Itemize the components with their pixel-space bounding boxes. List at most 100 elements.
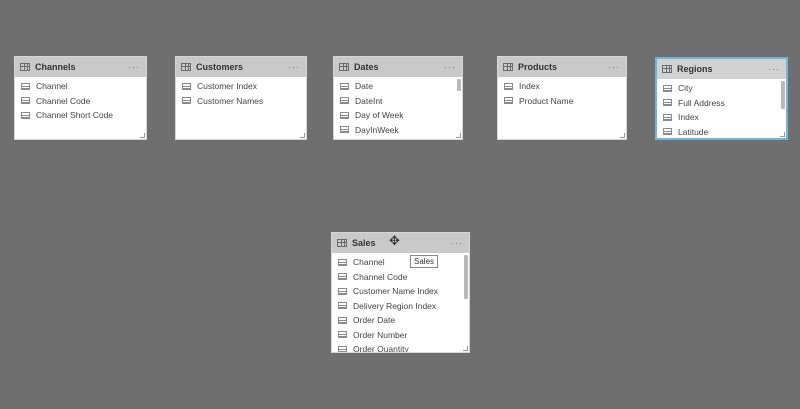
table-icon [337, 239, 347, 247]
table-icon [503, 63, 513, 71]
table-card-customers[interactable]: Customers ··· Customer Index Customer Na… [175, 56, 307, 140]
field-icon [663, 128, 672, 136]
more-options-icon[interactable]: ··· [444, 62, 456, 72]
tooltip: Sales [410, 255, 439, 268]
field-icon [21, 82, 30, 90]
field-icon [338, 258, 347, 266]
resize-handle[interactable] [456, 133, 461, 138]
field-label: Date [355, 81, 373, 92]
field-label: DayInWeek [355, 124, 399, 135]
field-label: Day of Week [355, 110, 404, 121]
field-item[interactable]: Product Name [498, 94, 626, 109]
field-icon [504, 82, 513, 90]
field-item[interactable]: Order Quantity [332, 342, 469, 353]
field-icon [663, 84, 672, 92]
table-header-regions[interactable]: Regions ··· [657, 59, 786, 79]
field-label: Customer Names [197, 95, 264, 106]
field-item[interactable]: Channel [332, 255, 469, 270]
more-options-icon[interactable]: ··· [128, 62, 140, 72]
table-header-products[interactable]: Products ··· [498, 57, 626, 77]
field-label: Latitude [678, 126, 709, 137]
more-options-icon[interactable]: ··· [451, 238, 463, 248]
field-item[interactable]: Channel Code [332, 270, 469, 285]
scrollbar[interactable] [781, 81, 785, 109]
field-label: Customer Name Index [353, 286, 439, 297]
field-label: Channel Code [36, 95, 91, 106]
field-item[interactable]: Order Date [332, 313, 469, 328]
table-icon [339, 63, 349, 71]
field-icon [338, 331, 347, 339]
field-item[interactable]: Full Address [657, 96, 786, 111]
field-list: Channel Channel Code Customer Name Index… [332, 253, 469, 353]
field-icon [182, 82, 191, 90]
field-icon [504, 97, 513, 105]
field-icon [340, 82, 349, 90]
resize-handle[interactable] [140, 133, 145, 138]
field-item[interactable]: Latitude [657, 125, 786, 139]
field-label: DateInt [355, 95, 383, 106]
scrollbar[interactable] [457, 79, 461, 91]
field-item[interactable]: DateInt [334, 94, 462, 109]
field-label: Product Name [519, 95, 574, 106]
table-title: Customers [196, 62, 244, 72]
field-item[interactable]: City [657, 81, 786, 96]
field-label: City [678, 83, 693, 94]
table-icon [20, 63, 30, 71]
resize-handle[interactable] [300, 133, 305, 138]
table-card-products[interactable]: Products ··· Index Product Name [497, 56, 627, 140]
field-label: Order Quantity [353, 344, 409, 353]
field-item[interactable]: DayInWeek [334, 123, 462, 138]
table-card-dates[interactable]: Dates ··· Date DateInt Day of Week DayIn… [333, 56, 463, 140]
resize-handle[interactable] [620, 133, 625, 138]
field-list: Customer Index Customer Names [176, 77, 306, 108]
field-item[interactable]: Channel Short Code [15, 108, 146, 123]
field-icon [340, 97, 349, 105]
field-icon [338, 302, 347, 310]
field-icon [340, 111, 349, 119]
field-label: Full Address [678, 97, 725, 108]
field-icon [338, 287, 347, 295]
table-icon [662, 65, 672, 73]
field-item[interactable]: Index [498, 79, 626, 94]
field-icon [338, 316, 347, 324]
field-item[interactable]: Date [334, 79, 462, 94]
field-item[interactable]: Index [657, 110, 786, 125]
move-cursor-icon: ✥ [389, 233, 400, 248]
field-label: Index [678, 112, 699, 123]
table-title: Sales [352, 238, 376, 248]
field-label: Index [519, 81, 540, 92]
more-options-icon[interactable]: ··· [768, 64, 780, 74]
field-label: Order Number [353, 329, 408, 340]
field-label: Channel [36, 81, 68, 92]
field-icon [663, 99, 672, 107]
table-card-channels[interactable]: Channels ··· Channel Channel Code Channe… [14, 56, 147, 140]
table-title: Regions [677, 64, 713, 74]
field-list: City Full Address Index Latitude [657, 79, 786, 139]
table-card-regions[interactable]: Regions ··· City Full Address Index Lati… [655, 57, 788, 140]
resize-handle[interactable] [463, 346, 468, 351]
scrollbar[interactable] [464, 255, 468, 299]
more-options-icon[interactable]: ··· [608, 62, 620, 72]
table-header-customers[interactable]: Customers ··· [176, 57, 306, 77]
table-icon [181, 63, 191, 71]
field-item[interactable]: Customer Name Index [332, 284, 469, 299]
field-icon [182, 97, 191, 105]
field-item[interactable]: Order Number [332, 328, 469, 343]
field-item[interactable]: Delivery Region Index [332, 299, 469, 314]
field-label: Delivery Region Index [353, 300, 437, 311]
more-options-icon[interactable]: ··· [288, 62, 300, 72]
field-item[interactable]: Customer Index [176, 79, 306, 94]
table-card-sales[interactable]: Sales ··· Channel Channel Code Customer … [331, 232, 470, 353]
field-item[interactable]: Channel [15, 79, 146, 94]
field-item[interactable]: Day of Week [334, 108, 462, 123]
table-header-dates[interactable]: Dates ··· [334, 57, 462, 77]
field-item[interactable]: Customer Names [176, 94, 306, 109]
field-list: Index Product Name [498, 77, 626, 108]
field-item[interactable]: Channel Code [15, 94, 146, 109]
table-title: Channels [35, 62, 76, 72]
field-list: Date DateInt Day of Week DayInWeek [334, 77, 462, 137]
table-header-channels[interactable]: Channels ··· [15, 57, 146, 77]
resize-handle[interactable] [780, 132, 785, 137]
field-label: Channel Code [353, 271, 408, 282]
field-icon [21, 97, 30, 105]
